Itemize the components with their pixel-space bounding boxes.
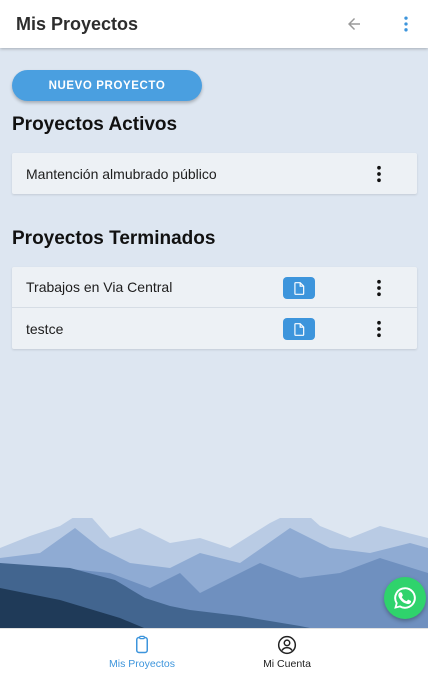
bottom-navigation: Mis Proyectos Mi Cuenta: [0, 628, 428, 675]
tab-label: Mi Cuenta: [263, 658, 311, 670]
list-item[interactable]: Mantención almubrado público: [12, 153, 417, 194]
more-vert-icon: [377, 279, 381, 297]
project-options-button[interactable]: [369, 161, 389, 187]
project-options-button[interactable]: [369, 275, 389, 301]
finished-projects-heading: Proyectos Terminados: [12, 228, 216, 249]
more-vert-icon: [377, 320, 381, 338]
account-circle-icon: [277, 635, 297, 655]
app-bar: Mis Proyectos: [0, 0, 428, 48]
document-icon: [294, 322, 305, 336]
more-vert-icon: [377, 165, 381, 183]
project-options-button[interactable]: [369, 316, 389, 342]
page-title: Mis Proyectos: [16, 13, 139, 34]
project-name: Mantención almubrado público: [26, 165, 217, 182]
new-project-button[interactable]: NUEVO PROYECTO: [12, 70, 202, 101]
tab-label: Mis Proyectos: [109, 658, 175, 670]
active-projects-list: Mantención almubrado público: [12, 153, 417, 194]
finished-projects-list: Trabajos en Via Central testce: [12, 267, 417, 349]
report-document-button[interactable]: [283, 318, 315, 340]
tab-mi-cuenta[interactable]: Mi Cuenta: [232, 629, 342, 675]
active-projects-heading: Proyectos Activos: [12, 114, 178, 135]
more-vert-icon: [404, 16, 408, 32]
main-content: NUEVO PROYECTO Proyectos Activos Mantenc…: [0, 48, 428, 675]
arrow-left-icon: [348, 18, 360, 30]
whatsapp-button[interactable]: [384, 577, 426, 619]
overflow-menu-button[interactable]: [394, 12, 418, 36]
whatsapp-icon: [394, 587, 416, 609]
project-name: Trabajos en Via Central: [26, 279, 173, 295]
project-name: testce: [26, 320, 64, 337]
back-button[interactable]: [342, 12, 366, 36]
list-item[interactable]: testce: [12, 308, 417, 349]
tab-mis-proyectos[interactable]: Mis Proyectos: [87, 629, 197, 675]
clipboard-icon: [136, 635, 148, 654]
report-document-button[interactable]: [283, 277, 315, 299]
document-icon: [294, 281, 305, 295]
list-item[interactable]: Trabajos en Via Central: [12, 267, 417, 308]
